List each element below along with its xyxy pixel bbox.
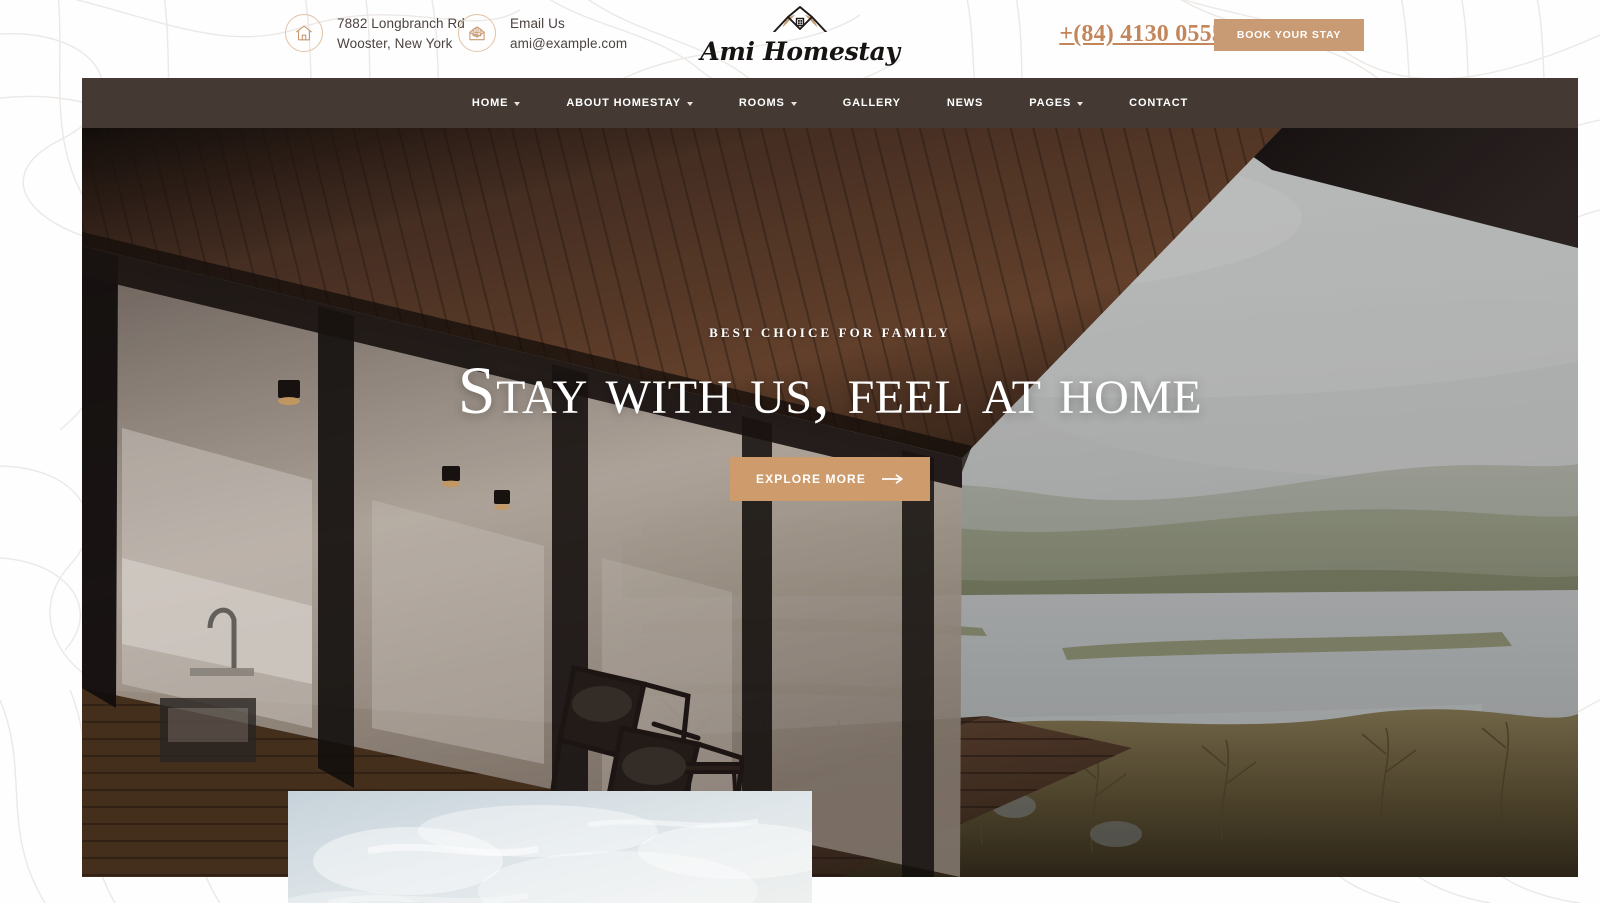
mountain-house-icon — [773, 6, 827, 33]
nav-label: CONTACT — [1129, 97, 1189, 109]
explore-more-label: EXPLORE MORE — [756, 472, 866, 486]
contact-address: 7882 Longbranch Rd Wooster, New York — [285, 14, 465, 52]
main-navigation: HOME ABOUT HOMESTAY ROOMS GALLERY NEWS P… — [82, 78, 1578, 128]
book-your-stay-button[interactable]: BOOK YOUR STAY — [1214, 19, 1364, 51]
page-root: 7882 Longbranch Rd Wooster, New York Ema… — [0, 0, 1600, 903]
nav-label: HOME — [471, 97, 509, 109]
nav-label: ABOUT HOMESTAY — [566, 97, 681, 109]
phone-number[interactable]: +(84) 4130 0555 — [1059, 21, 1224, 48]
hero-image-overlay — [82, 128, 1578, 877]
nav-list: HOME ABOUT HOMESTAY ROOMS GALLERY NEWS P… — [449, 78, 1211, 128]
chevron-down-icon — [1077, 102, 1084, 106]
sky-clouds-image — [288, 791, 812, 903]
nav-label: GALLERY — [842, 97, 901, 109]
nav-label: NEWS — [946, 97, 984, 109]
nav-label: ROOMS — [738, 97, 785, 109]
nav-item-pages[interactable]: PAGES — [1006, 78, 1106, 128]
chevron-down-icon — [514, 102, 521, 106]
envelope-icon — [458, 14, 496, 52]
address-line-1: 7882 Longbranch Rd — [337, 15, 465, 31]
nav-item-contact[interactable]: CONTACT — [1106, 78, 1211, 128]
contact-email[interactable]: Email Us ami@example.com — [458, 14, 627, 52]
logo-wordmark: Ami Homestay — [700, 37, 900, 66]
address-line-2: Wooster, New York — [337, 35, 453, 51]
feature-image-card[interactable] — [288, 791, 812, 903]
top-bar: 7882 Longbranch Rd Wooster, New York Ema… — [0, 0, 1600, 78]
hero-banner: BEST CHOICE FOR FAMILY Stay with us, fee… — [82, 128, 1578, 877]
nav-label: PAGES — [1029, 97, 1072, 109]
arrow-right-icon — [881, 474, 903, 484]
nav-item-news[interactable]: NEWS — [924, 78, 1006, 128]
nav-item-rooms[interactable]: ROOMS — [716, 78, 820, 128]
chevron-down-icon — [686, 102, 693, 106]
home-icon — [285, 14, 323, 52]
nav-item-about-homestay[interactable]: ABOUT HOMESTAY — [543, 78, 716, 128]
nav-item-gallery[interactable]: GALLERY — [820, 78, 924, 128]
site-logo[interactable]: Ami Homestay — [700, 2, 900, 66]
email-label: Email Us — [510, 15, 565, 31]
chevron-down-icon — [790, 102, 797, 106]
explore-more-button[interactable]: EXPLORE MORE — [730, 457, 930, 501]
nav-item-home[interactable]: HOME — [449, 78, 543, 128]
email-address: ami@example.com — [510, 35, 628, 51]
